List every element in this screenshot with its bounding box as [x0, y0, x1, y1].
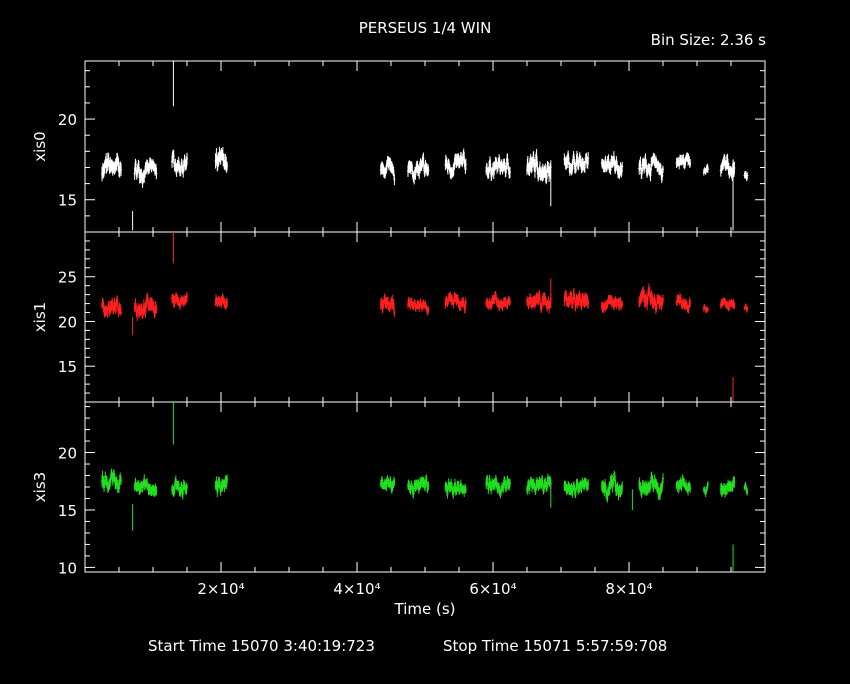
y-tick-label-xis3: 15 — [58, 502, 77, 520]
bin-size-label: Bin Size: 2.36 s — [651, 31, 767, 49]
y-axis-label-xis3: xis3 — [31, 472, 49, 502]
y-tick-label-xis1: 20 — [58, 313, 77, 331]
start-time-label: Start Time 15070 3:40:19:723 — [148, 637, 375, 655]
y-tick-label-xis1: 15 — [58, 358, 77, 376]
y-tick-label-xis3: 20 — [58, 445, 77, 463]
y-tick-label-xis0: 15 — [58, 192, 77, 210]
chart-title: PERSEUS 1/4 WIN — [359, 19, 492, 37]
x-axis-label: Time (s) — [394, 600, 456, 618]
y-axis-label-xis1: xis1 — [31, 302, 49, 332]
lightcurve-plot: PERSEUS 1/4 WIN Bin Size: 2.36 s Time (s… — [31, 19, 767, 655]
x-tick-label: 4×10⁴ — [333, 580, 380, 598]
y-tick-label-xis0: 20 — [58, 111, 77, 129]
y-tick-label-xis3: 10 — [58, 559, 77, 577]
lightcurve-figure: PERSEUS 1/4 WIN Bin Size: 2.36 s Time (s… — [0, 0, 850, 680]
panel-frame-xis0 — [84, 60, 766, 233]
panels-group: 15 20 xis0 15 20 25 xis1 10 15 20 xis3 2×10⁴ 4×10⁴ 6×… — [31, 60, 766, 598]
x-tick-label: 2×10⁴ — [197, 580, 244, 598]
x-tick-label: 6×10⁴ — [469, 580, 516, 598]
panel-frame-xis1 — [84, 231, 766, 403]
y-tick-label-xis1: 25 — [58, 269, 77, 287]
y-axis-label-xis0: xis0 — [31, 131, 49, 161]
x-tick-label: 8×10⁴ — [605, 580, 652, 598]
stop-time-label: Stop Time 15071 5:57:59:708 — [443, 637, 667, 655]
